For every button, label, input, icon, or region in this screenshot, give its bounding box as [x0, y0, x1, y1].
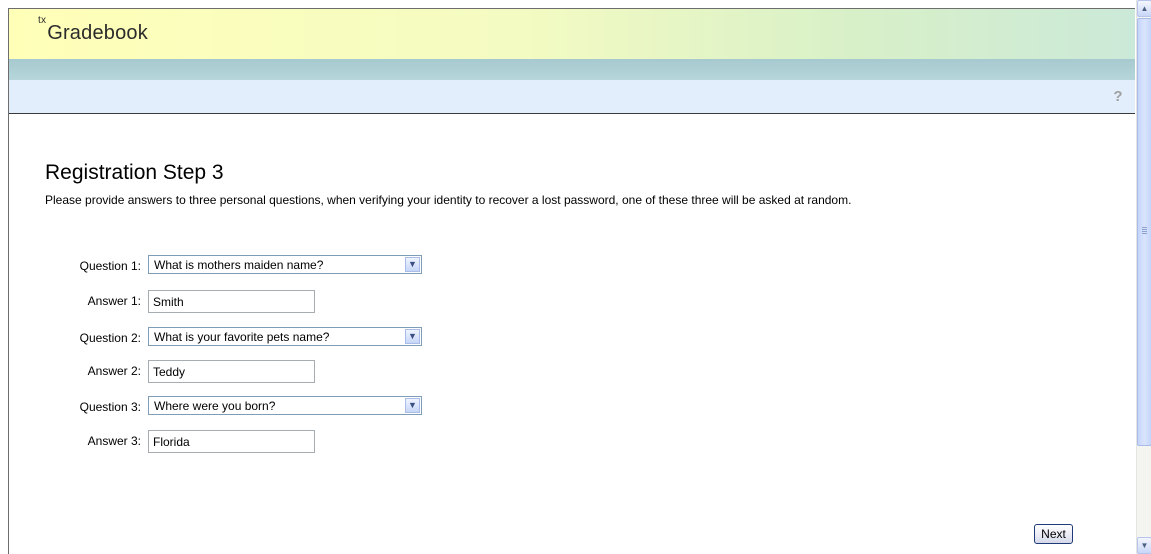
chevron-down-icon[interactable]: ▼	[405, 329, 420, 344]
answer-1-input[interactable]	[148, 290, 315, 313]
toolbar: ?	[9, 80, 1135, 114]
question-1-selected-value: What is mothers maiden name?	[154, 258, 324, 272]
answer-3-input[interactable]	[148, 430, 315, 453]
question-3-selected-value: Where were you born?	[154, 399, 276, 413]
page-title: Registration Step 3	[45, 161, 224, 184]
next-button[interactable]: Next	[1034, 524, 1073, 544]
question-1-select[interactable]: What is mothers maiden name? ▼	[148, 255, 422, 274]
nav-strip	[9, 59, 1135, 80]
question-3-label: Question 3:	[79, 400, 141, 414]
app-frame: txGradebook ?	[8, 8, 1135, 554]
answer-2-label: Answer 2:	[87, 364, 141, 378]
chevron-down-icon[interactable]: ▼	[405, 398, 420, 413]
question-1-label: Question 1:	[79, 259, 141, 273]
question-2-selected-value: What is your favorite pets name?	[154, 330, 330, 344]
question-2-select[interactable]: What is your favorite pets name? ▼	[148, 327, 422, 346]
answer-2-input[interactable]	[148, 360, 315, 383]
grip-icon	[1142, 227, 1147, 228]
question-2-label: Question 2:	[79, 331, 141, 345]
chevron-down-icon[interactable]: ▼	[405, 257, 420, 272]
question-3-select[interactable]: Where were you born? ▼	[148, 396, 422, 415]
logo-prefix: tx	[38, 15, 47, 27]
answer-1-label: Answer 1:	[87, 294, 141, 308]
logo-text: Gradebook	[47, 22, 148, 44]
chevron-up-icon[interactable]: ▲	[1137, 0, 1151, 17]
scrollbar-thumb[interactable]	[1137, 18, 1151, 446]
header-banner: txGradebook	[9, 9, 1135, 59]
instructions-text: Please provide answers to three personal…	[45, 193, 852, 207]
answer-3-label: Answer 3:	[87, 434, 141, 448]
help-icon[interactable]: ?	[1110, 88, 1126, 106]
vertical-scrollbar[interactable]: ▲ ▼	[1136, 0, 1151, 554]
chevron-down-icon[interactable]: ▼	[1137, 537, 1151, 554]
app-logo: txGradebook	[38, 15, 148, 45]
